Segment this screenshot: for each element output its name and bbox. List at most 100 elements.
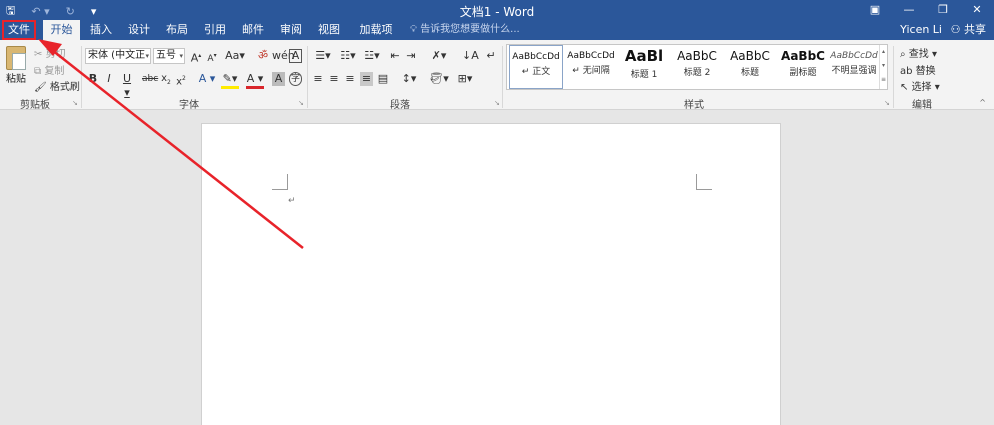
change-case-label: Aa bbox=[225, 49, 240, 62]
multilevel-list-icon[interactable]: ☳▾ bbox=[362, 49, 382, 63]
justify-icon[interactable]: ≡ bbox=[360, 72, 373, 86]
superscript-icon[interactable]: x2 bbox=[176, 72, 186, 89]
character-border-icon[interactable]: A bbox=[289, 49, 302, 63]
gallery-scroll[interactable]: ▴ ▾ ≡ bbox=[879, 45, 887, 89]
person-icon: ⚇ bbox=[950, 23, 964, 36]
show-marks-icon[interactable]: ↵ bbox=[485, 49, 497, 63]
format-painter-button[interactable]: 🖌︎ 格式刷 bbox=[34, 78, 80, 93]
replace-label: 替换 bbox=[915, 66, 936, 77]
align-right-icon[interactable]: ≡ bbox=[344, 72, 356, 86]
character-shading-icon[interactable]: A bbox=[272, 72, 285, 86]
tab-file[interactable]: 文件 bbox=[2, 20, 36, 40]
tab-view[interactable]: 视图 bbox=[314, 20, 344, 40]
style-heading-1[interactable]: AaBl 标题 1 bbox=[617, 45, 671, 89]
font-launcher-icon[interactable]: ↘ bbox=[298, 99, 304, 107]
style-no-spacing[interactable]: AaBbCcDd ↵ 无间隔 bbox=[564, 45, 618, 89]
phonetic-guide-icon[interactable]: wén bbox=[272, 49, 295, 63]
group-divider bbox=[502, 46, 503, 108]
bold-icon[interactable]: B bbox=[88, 72, 98, 86]
highlight-icon[interactable]: ✎▾ bbox=[221, 72, 239, 89]
clipboard-launcher-icon[interactable]: ↘ bbox=[72, 99, 78, 107]
numbering-icon[interactable]: ☷▾ bbox=[338, 49, 358, 63]
style-subtle-emphasis[interactable]: AaBbCcDd 不明显强调 bbox=[827, 45, 881, 89]
bullets-icon[interactable]: ☰▾ bbox=[313, 49, 333, 63]
tab-mailings[interactable]: 邮件 bbox=[238, 20, 268, 40]
paragraph-group-label: 段落 bbox=[390, 100, 410, 111]
styles-launcher-icon[interactable]: ↘ bbox=[884, 99, 890, 107]
enclose-characters-icon[interactable]: 字 bbox=[289, 72, 302, 86]
tell-me-box[interactable]: 💡︎ 告诉我您想要做什么... bbox=[410, 20, 520, 40]
share-button[interactable]: ⚇ 共享 bbox=[951, 20, 986, 40]
style-heading-2[interactable]: AaBbC 标题 2 bbox=[670, 45, 724, 89]
style-sample: AaBl bbox=[624, 47, 664, 65]
paragraph-mark-icon: ↵ bbox=[288, 196, 296, 206]
group-divider bbox=[81, 46, 82, 108]
style-title[interactable]: AaBbC 标题 bbox=[723, 45, 777, 89]
distributed-icon[interactable]: ▤ bbox=[377, 72, 389, 86]
ribbon-display-options-icon[interactable]: ▣ bbox=[858, 0, 892, 20]
align-center-icon[interactable]: ≡ bbox=[328, 72, 340, 86]
style-sample: AaBbCcDd bbox=[830, 51, 878, 61]
change-case-button[interactable]: Aa▾ bbox=[224, 49, 246, 63]
font-name-combo[interactable]: 宋体 (中文正 ▾ bbox=[85, 48, 151, 64]
style-name: 标题 2 bbox=[683, 68, 711, 78]
document-page[interactable]: ↵ bbox=[201, 123, 781, 425]
select-button[interactable]: ↖ 选择 ▾ bbox=[900, 78, 940, 93]
shading-icon[interactable]: 🪣︎▾ bbox=[429, 72, 449, 86]
align-left-icon[interactable]: ≡ bbox=[312, 72, 324, 86]
style-name: 不明显强调 bbox=[831, 66, 877, 76]
shrink-font-icon[interactable]: A▾ bbox=[206, 49, 218, 66]
style-sample: AaBbCcDd bbox=[512, 52, 560, 62]
paste-icon[interactable] bbox=[6, 46, 26, 70]
cut-button[interactable]: ✂ 剪切 bbox=[34, 45, 66, 60]
paragraph-launcher-icon[interactable]: ↘ bbox=[494, 99, 500, 107]
borders-icon[interactable]: ⊞▾ bbox=[455, 72, 475, 86]
strikethrough-icon[interactable]: abc bbox=[142, 72, 158, 86]
collapse-ribbon-icon[interactable]: ^ bbox=[979, 98, 986, 107]
tab-references[interactable]: 引用 bbox=[200, 20, 230, 40]
share-label: 共享 bbox=[964, 23, 986, 36]
font-size-combo[interactable]: 五号 ▾ bbox=[153, 48, 185, 64]
minimize-button[interactable]: — bbox=[892, 0, 926, 20]
editing-group-label: 编辑 bbox=[912, 100, 932, 111]
text-effects-icon[interactable]: A ▾ bbox=[198, 72, 216, 86]
close-button[interactable]: ✕ bbox=[960, 0, 994, 20]
style-subtitle[interactable]: AaBbC 副标题 bbox=[776, 45, 830, 89]
clear-formatting-icon[interactable]: ॐ bbox=[256, 49, 270, 63]
lightbulb-icon: 💡︎ bbox=[410, 24, 421, 35]
tab-insert[interactable]: 插入 bbox=[86, 20, 116, 40]
restore-button[interactable]: ❐ bbox=[926, 0, 960, 20]
decrease-indent-icon[interactable]: ⇤ bbox=[389, 49, 401, 63]
tab-layout[interactable]: 布局 bbox=[162, 20, 192, 40]
tab-home[interactable]: 开始 bbox=[43, 20, 80, 40]
replace-icon: ab bbox=[900, 66, 916, 77]
tab-design[interactable]: 设计 bbox=[124, 20, 154, 40]
style-normal[interactable]: AaBbCcDd ↵ 正文 bbox=[509, 45, 563, 89]
title-bar: 🖫 ↶ ▾ ↻ ▾ 文档1 - Word ▣ — ❐ ✕ bbox=[0, 0, 994, 20]
document-area[interactable]: ↵ bbox=[0, 111, 994, 425]
style-sample: AaBbCcDd bbox=[567, 51, 615, 61]
tab-review[interactable]: 审阅 bbox=[276, 20, 306, 40]
search-icon: ⌕ bbox=[900, 49, 909, 60]
user-name[interactable]: Yicen Li bbox=[900, 20, 942, 40]
style-sample: AaBbC bbox=[677, 49, 717, 63]
chinese-layout-icon[interactable]: ✗▾ bbox=[428, 49, 450, 63]
find-button[interactable]: ⌕ 查找 ▾ bbox=[900, 45, 937, 60]
underline-icon[interactable]: U ▾ bbox=[119, 72, 135, 100]
style-sample: AaBbC bbox=[781, 49, 825, 63]
sort-icon[interactable]: ↓A bbox=[462, 49, 479, 63]
copy-button[interactable]: ⧉ 复制 bbox=[34, 62, 64, 77]
line-spacing-icon[interactable]: ↕▾ bbox=[399, 72, 419, 86]
subscript-icon[interactable]: x2 bbox=[161, 72, 171, 90]
styles-gallery: AaBbCcDd ↵ 正文 AaBbCcDd ↵ 无间隔 AaBl 标题 1 A… bbox=[506, 44, 888, 90]
brush-icon: 🖌︎ bbox=[34, 82, 50, 93]
window-controls: ▣ — ❐ ✕ bbox=[858, 0, 994, 20]
paste-button-label[interactable]: 粘贴 bbox=[6, 70, 26, 85]
grow-font-icon[interactable]: A▴ bbox=[190, 49, 202, 66]
increase-indent-icon[interactable]: ⇥ bbox=[405, 49, 417, 63]
italic-icon[interactable]: I bbox=[104, 72, 114, 86]
tab-addins[interactable]: 加载项 bbox=[356, 20, 396, 40]
replace-button[interactable]: ab 替换 bbox=[900, 62, 936, 77]
font-color-icon[interactable]: A ▾ bbox=[246, 72, 264, 89]
margin-corner-right bbox=[696, 174, 712, 190]
